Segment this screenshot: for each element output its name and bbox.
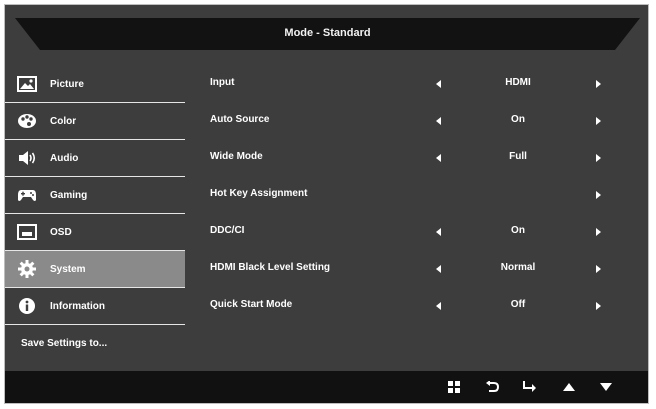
left-arrow-icon[interactable]	[436, 265, 441, 273]
setting-label: HDMI Black Level Setting	[210, 262, 331, 273]
right-arrow-icon[interactable]	[596, 117, 601, 125]
sidebar-item-label: Gaming	[50, 189, 88, 201]
setting-value: On	[511, 225, 525, 236]
setting-label: Hot Key Assignment	[210, 188, 308, 199]
setting-row-hdmi-black-level[interactable]: HDMI Black Level Setting Normal	[210, 251, 610, 288]
setting-row-hot-key-assignment[interactable]: Hot Key Assignment	[210, 177, 610, 214]
navigation-bar	[5, 371, 648, 403]
sidebar-item-information[interactable]: Information	[5, 288, 185, 325]
setting-value: On	[511, 114, 525, 125]
mode-title: Mode - Standard	[284, 27, 371, 39]
setting-row-wide-mode[interactable]: Wide Mode Full	[210, 140, 610, 177]
sidebar-item-label: System	[50, 263, 86, 275]
setting-value: HDMI	[505, 77, 531, 88]
sidebar-item-osd[interactable]: OSD	[5, 214, 185, 251]
right-arrow-icon[interactable]	[596, 265, 601, 273]
setting-row-ddc-ci[interactable]: DDC/CI On	[210, 214, 610, 251]
setting-row-auto-source[interactable]: Auto Source On	[210, 103, 610, 140]
osd-icon	[17, 222, 37, 242]
palette-icon	[17, 111, 37, 131]
sidebar-item-label: Picture	[50, 78, 84, 90]
right-arrow-icon[interactable]	[596, 154, 601, 162]
left-arrow-icon[interactable]	[436, 117, 441, 125]
title-bar: Mode - Standard	[15, 18, 640, 50]
sidebar-item-label: OSD	[50, 226, 72, 238]
settings-list: Input HDMI Auto Source On Wide Mode Full…	[210, 66, 610, 325]
left-arrow-icon[interactable]	[436, 228, 441, 236]
setting-label: Input	[210, 77, 235, 88]
setting-label: Auto Source	[210, 114, 270, 125]
save-settings-button[interactable]: Save Settings to...	[5, 325, 185, 362]
left-arrow-icon[interactable]	[436, 154, 441, 162]
right-arrow-icon[interactable]	[596, 302, 601, 310]
setting-value: Full	[509, 151, 527, 162]
setting-row-quick-start-mode[interactable]: Quick Start Mode Off	[210, 288, 610, 325]
menu-grid-icon[interactable]	[445, 378, 463, 396]
gear-icon	[17, 259, 37, 279]
right-arrow-icon[interactable]	[596, 80, 601, 88]
gamepad-icon	[17, 185, 37, 205]
sidebar-item-gaming[interactable]: Gaming	[5, 177, 185, 214]
save-settings-label: Save Settings to...	[21, 338, 108, 349]
setting-value: Off	[510, 299, 526, 310]
enter-icon[interactable]	[520, 378, 538, 396]
right-arrow-icon[interactable]	[596, 228, 601, 236]
sidebar-item-audio[interactable]: Audio	[5, 140, 185, 177]
sidebar: Picture Color Audio Gaming OSD System In…	[5, 66, 185, 362]
picture-icon	[17, 74, 37, 94]
sidebar-item-color[interactable]: Color	[5, 103, 185, 140]
setting-value: Normal	[500, 262, 536, 273]
left-arrow-icon[interactable]	[436, 80, 441, 88]
info-icon	[17, 296, 37, 316]
sidebar-item-label: Color	[50, 115, 77, 127]
back-icon[interactable]	[483, 378, 501, 396]
sidebar-item-system[interactable]: System	[5, 251, 185, 288]
up-arrow-icon[interactable]	[560, 378, 578, 396]
speaker-icon	[17, 148, 37, 168]
setting-label: Quick Start Mode	[210, 299, 293, 310]
setting-row-input[interactable]: Input HDMI	[210, 66, 610, 103]
sidebar-item-label: Information	[50, 300, 105, 312]
down-arrow-icon[interactable]	[597, 378, 615, 396]
osd-menu: Mode - Standard Picture Color Audio Gami…	[4, 4, 649, 404]
left-arrow-icon[interactable]	[436, 302, 441, 310]
sidebar-item-picture[interactable]: Picture	[5, 66, 185, 103]
sidebar-item-label: Audio	[50, 152, 79, 164]
setting-label: DDC/CI	[210, 225, 245, 236]
right-arrow-icon[interactable]	[596, 191, 601, 199]
setting-label: Wide Mode	[210, 151, 263, 162]
